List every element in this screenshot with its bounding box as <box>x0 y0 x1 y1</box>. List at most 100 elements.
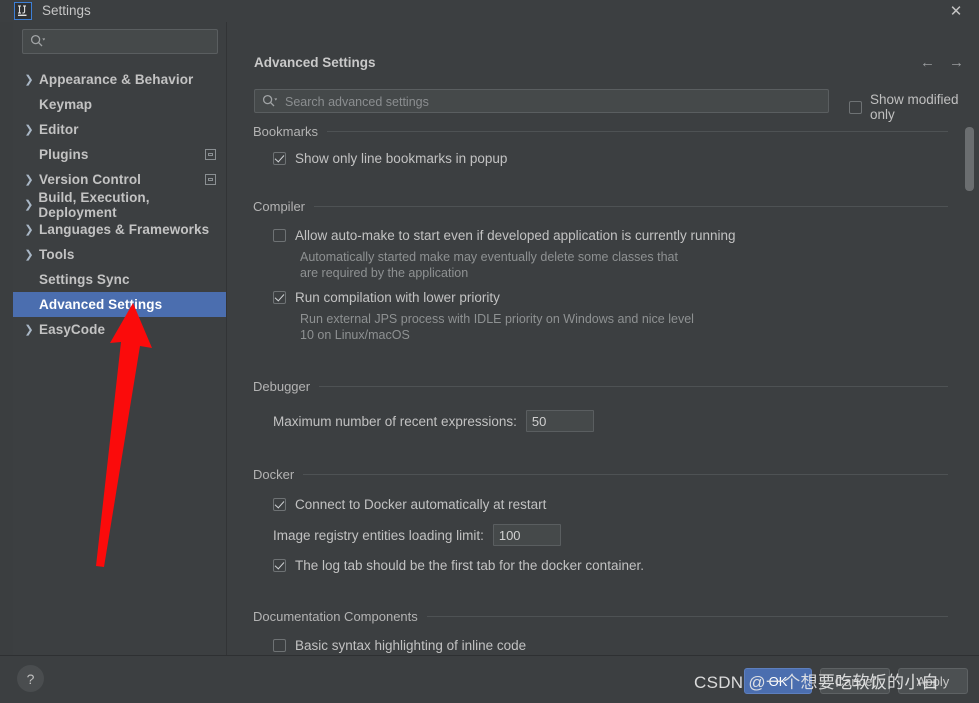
option-checkbox[interactable] <box>273 559 286 572</box>
option-image-registry-limit[interactable]: Image registry entities loading limit: <box>226 524 966 546</box>
sidebar-item-settings-sync[interactable]: ❯ Settings Sync <box>13 267 226 292</box>
advanced-settings-search[interactable] <box>254 89 829 114</box>
ok-button[interactable]: OK <box>744 668 812 694</box>
sidebar-item-label: Tools <box>39 247 75 262</box>
sidebar-item-keymap[interactable]: ❯ Keymap <box>13 92 226 117</box>
help-button[interactable]: ? <box>17 665 44 692</box>
option-checkbox[interactable] <box>273 291 286 304</box>
option-description: Run external JPS process with IDLE prior… <box>300 312 694 342</box>
show-modified-only-row[interactable]: Show modified only <box>849 92 979 122</box>
panel-icon <box>205 174 216 185</box>
settings-content: Bookmarks Show only line bookmarks in po… <box>226 122 966 654</box>
option-label: Maximum number of recent expressions: <box>273 413 517 429</box>
vertical-scrollbar-thumb[interactable] <box>965 127 974 191</box>
option-checkbox[interactable] <box>273 152 286 165</box>
forward-arrow-icon[interactable]: → <box>949 55 964 70</box>
page-title: Advanced Settings <box>254 55 376 70</box>
max-recent-expressions-input[interactable] <box>525 410 594 432</box>
section-header: Docker <box>226 465 966 483</box>
section-docker: Docker Connect to Docker automatically a… <box>226 465 966 574</box>
apply-button[interactable]: Apply <box>898 668 968 694</box>
sidebar-item-label: Editor <box>39 122 79 137</box>
chevron-right-icon[interactable]: ❯ <box>19 123 39 136</box>
sidebar-item-tools[interactable]: ❯ Tools <box>13 242 226 267</box>
option-label: The log tab should be the first tab for … <box>295 558 644 573</box>
option-checkbox[interactable] <box>273 639 286 652</box>
intellij-idea-icon <box>14 2 32 20</box>
background-window-strip <box>0 0 13 702</box>
sidebar-item-label: Languages & Frameworks <box>39 222 210 237</box>
sidebar-item-label: Appearance & Behavior <box>39 72 194 87</box>
section-divider <box>426 615 948 617</box>
section-title: Docker <box>253 466 295 482</box>
option-checkbox[interactable] <box>273 229 286 242</box>
sidebar-item-languages-frameworks[interactable]: ❯ Languages & Frameworks <box>13 217 226 242</box>
option-connect-docker-automatically[interactable]: Connect to Docker automatically at resta… <box>226 497 966 513</box>
sidebar-search-input[interactable] <box>51 30 215 55</box>
sidebar-item-editor[interactable]: ❯ Editor <box>13 117 226 142</box>
window-title: Settings <box>42 3 91 18</box>
option-label: Connect to Docker automatically at resta… <box>295 497 547 512</box>
section-title: Bookmarks <box>253 123 319 139</box>
sidebar-item-label: Build, Execution, Deployment <box>38 189 150 220</box>
sidebar-item-version-control[interactable]: ❯ Version Control <box>13 167 226 192</box>
show-modified-only-label: Show modified only <box>870 92 959 122</box>
section-title: Documentation Components <box>253 608 418 624</box>
settings-dialog: ❯ Appearance & Behavior ❯ Keymap ❯ Edito… <box>13 22 979 655</box>
show-modified-only-checkbox[interactable] <box>849 101 862 114</box>
option-label: Basic syntax highlighting of inline code <box>295 638 527 653</box>
title-bar: Settings ✕ <box>0 0 979 22</box>
chevron-right-icon[interactable]: ❯ <box>19 223 39 236</box>
section-divider <box>303 473 948 475</box>
advanced-settings-search-input[interactable] <box>283 90 822 114</box>
chevron-right-icon[interactable]: ❯ <box>19 198 38 211</box>
chevron-right-icon[interactable]: ❯ <box>19 323 39 336</box>
sidebar-item-appearance-behavior[interactable]: ❯ Appearance & Behavior <box>13 67 226 92</box>
section-divider <box>314 205 948 207</box>
cancel-button[interactable]: Cancel <box>820 668 890 694</box>
settings-tree: ❯ Appearance & Behavior ❯ Keymap ❯ Edito… <box>13 67 226 342</box>
sidebar-item-label: Version Control <box>39 172 142 187</box>
section-divider <box>327 130 948 132</box>
section-header: Debugger <box>226 377 966 395</box>
search-icon <box>30 34 46 52</box>
option-run-compilation-lower-priority[interactable]: Run compilation with lower priority <box>226 290 966 306</box>
option-description: Automatically started make may eventuall… <box>300 250 678 280</box>
section-bookmarks: Bookmarks Show only line bookmarks in po… <box>226 122 966 167</box>
image-registry-limit-input[interactable] <box>492 524 561 546</box>
sidebar-item-advanced-settings[interactable]: ❯ Advanced Settings <box>13 292 226 317</box>
chevron-right-icon[interactable]: ❯ <box>19 73 39 86</box>
chevron-right-icon[interactable]: ❯ <box>19 248 39 261</box>
close-icon[interactable]: ✕ <box>941 0 971 22</box>
navigation-arrows: ← → <box>920 55 964 70</box>
option-label: Image registry entities loading limit: <box>273 527 484 543</box>
sidebar-search[interactable] <box>22 29 218 55</box>
option-log-tab-first[interactable]: The log tab should be the first tab for … <box>226 558 966 574</box>
dialog-footer: ? OK Cancel Apply <box>0 655 979 703</box>
sidebar-item-easycode[interactable]: ❯ EasyCode <box>13 317 226 342</box>
option-label: Show only line bookmarks in popup <box>295 151 508 166</box>
option-label: Run compilation with lower priority <box>295 290 500 305</box>
option-allow-auto-make[interactable]: Allow auto-make to start even if develop… <box>226 228 966 244</box>
settings-scroll-area[interactable]: Bookmarks Show only line bookmarks in po… <box>226 122 979 655</box>
chevron-right-icon[interactable]: ❯ <box>19 173 39 186</box>
back-arrow-icon[interactable]: ← <box>920 55 935 70</box>
option-label: Allow auto-make to start even if develop… <box>295 228 736 243</box>
section-header: Documentation Components <box>226 607 966 625</box>
sidebar-item-label: Settings Sync <box>39 272 130 287</box>
section-header: Compiler <box>226 197 966 215</box>
sidebar-item-label: Plugins <box>39 147 89 162</box>
section-compiler: Compiler Allow auto-make to start even i… <box>226 197 966 343</box>
option-max-recent-expressions[interactable]: Maximum number of recent expressions: <box>226 410 966 432</box>
option-show-only-line-bookmarks[interactable]: Show only line bookmarks in popup <box>226 151 966 167</box>
sidebar-item-label: Advanced Settings <box>39 297 163 312</box>
search-icon <box>262 94 278 112</box>
sidebar-item-plugins[interactable]: ❯ Plugins <box>13 142 226 167</box>
option-basic-syntax-highlighting[interactable]: Basic syntax highlighting of inline code <box>226 638 966 654</box>
section-header: Bookmarks <box>226 122 966 140</box>
section-documentation-components: Documentation Components Basic syntax hi… <box>226 607 966 654</box>
sidebar-item-build-execution-deployment[interactable]: ❯ Build, Execution, Deployment <box>13 189 226 220</box>
option-checkbox[interactable] <box>273 498 286 511</box>
section-debugger: Debugger Maximum number of recent expres… <box>226 377 966 432</box>
section-divider <box>319 385 948 387</box>
